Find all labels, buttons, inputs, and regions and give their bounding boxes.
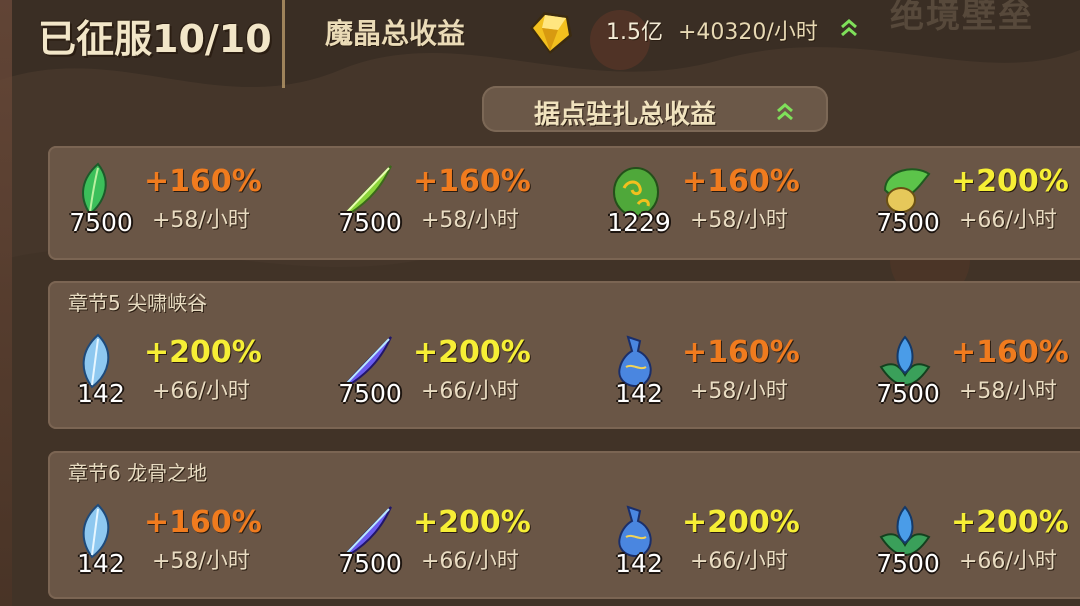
item-count: 7500 [338, 549, 402, 578]
resource-item[interactable]: 7500 +200% +66/小时 [855, 501, 1080, 581]
left-edge-strip [0, 0, 12, 606]
hourly-rate: +66/小时 [421, 379, 519, 404]
header-divider [282, 0, 285, 88]
item-count: 7500 [876, 549, 940, 578]
item-count: 7500 [338, 379, 402, 408]
resource-item[interactable]: 142 +200% +66/小时 [586, 501, 855, 581]
bonus-percent: +200% [413, 335, 531, 370]
bonus-percent: +160% [144, 164, 262, 199]
total-income-label: 魔晶总收益 [325, 17, 466, 50]
bonus-percent: +160% [682, 335, 800, 370]
conquered-count: 已征服10/10 [38, 17, 272, 61]
resource-item[interactable]: 142 +160% +58/小时 [586, 331, 855, 411]
hourly-rate: +58/小时 [152, 549, 250, 574]
bonus-percent: +200% [951, 505, 1069, 540]
bonus-percent: +200% [951, 164, 1069, 199]
item-count: 142 [77, 549, 125, 578]
resource-item[interactable]: 142 +200% +66/小时 [48, 331, 317, 411]
total-income-value: 1.5亿 [606, 20, 663, 45]
item-count: 7500 [876, 208, 940, 237]
resource-item[interactable]: 7500 +160% +58/小时 [855, 331, 1080, 411]
top-bar: 已征服10/10 魔晶总收益 1.5亿 +40320/小时 绝境壁垒 [0, 0, 1080, 90]
resource-item[interactable]: 7500 +200% +66/小时 [855, 160, 1080, 240]
background-location-text: 绝境壁垒 [890, 0, 1034, 36]
garrison-income-summary-button[interactable]: 据点驻扎总收益 [482, 86, 828, 132]
bonus-percent: +160% [682, 164, 800, 199]
double-chevron-up-icon [777, 103, 793, 121]
chapter-panel: 章节5 尖啸峡谷 142 +200% +66/小时 7500 +200% +66… [48, 281, 1080, 429]
item-count: 7500 [876, 379, 940, 408]
garrison-income-summary-label: 据点驻扎总收益 [534, 100, 717, 130]
item-count: 7500 [69, 208, 133, 237]
hourly-rate: +66/小时 [959, 549, 1057, 574]
resource-item[interactable]: 7500 +160% +58/小时 [317, 160, 586, 240]
resource-item[interactable]: 7500 +200% +66/小时 [317, 331, 586, 411]
hourly-rate: +66/小时 [421, 549, 519, 574]
hourly-rate: +66/小时 [152, 379, 250, 404]
resource-item[interactable]: 7500 +200% +66/小时 [317, 501, 586, 581]
hourly-rate: +58/小时 [690, 208, 788, 233]
resource-item[interactable]: 7500 +160% +58/小时 [48, 160, 317, 240]
bonus-percent: +200% [682, 505, 800, 540]
hourly-rate: +66/小时 [690, 549, 788, 574]
bonus-percent: +160% [413, 164, 531, 199]
chapter-title: 章节6 龙骨之地 [68, 461, 208, 485]
bonus-percent: +200% [413, 505, 531, 540]
double-chevron-up-icon [841, 19, 857, 37]
bonus-percent: +160% [951, 335, 1069, 370]
resource-item[interactable]: 142 +160% +58/小时 [48, 501, 317, 581]
item-count: 142 [77, 379, 125, 408]
income-panel-top: 7500 +160% +58/小时 7500 +160% +58/小时 1229… [48, 146, 1080, 260]
chapter-title: 章节5 尖啸峡谷 [68, 291, 208, 315]
item-count: 142 [615, 379, 663, 408]
item-count: 7500 [338, 208, 402, 237]
total-income-rate: +40320/小时 [678, 20, 818, 45]
magic-crystal-icon [530, 12, 572, 54]
bonus-percent: +200% [144, 335, 262, 370]
item-count: 1229 [607, 208, 671, 237]
hourly-rate: +66/小时 [959, 208, 1057, 233]
item-count: 142 [615, 549, 663, 578]
hourly-rate: +58/小时 [690, 379, 788, 404]
hourly-rate: +58/小时 [959, 379, 1057, 404]
hourly-rate: +58/小时 [421, 208, 519, 233]
hourly-rate: +58/小时 [152, 208, 250, 233]
resource-item[interactable]: 1229 +160% +58/小时 [586, 160, 855, 240]
bonus-percent: +160% [144, 505, 262, 540]
chapter-panel: 章节6 龙骨之地 142 +160% +58/小时 7500 +200% +66… [48, 451, 1080, 599]
